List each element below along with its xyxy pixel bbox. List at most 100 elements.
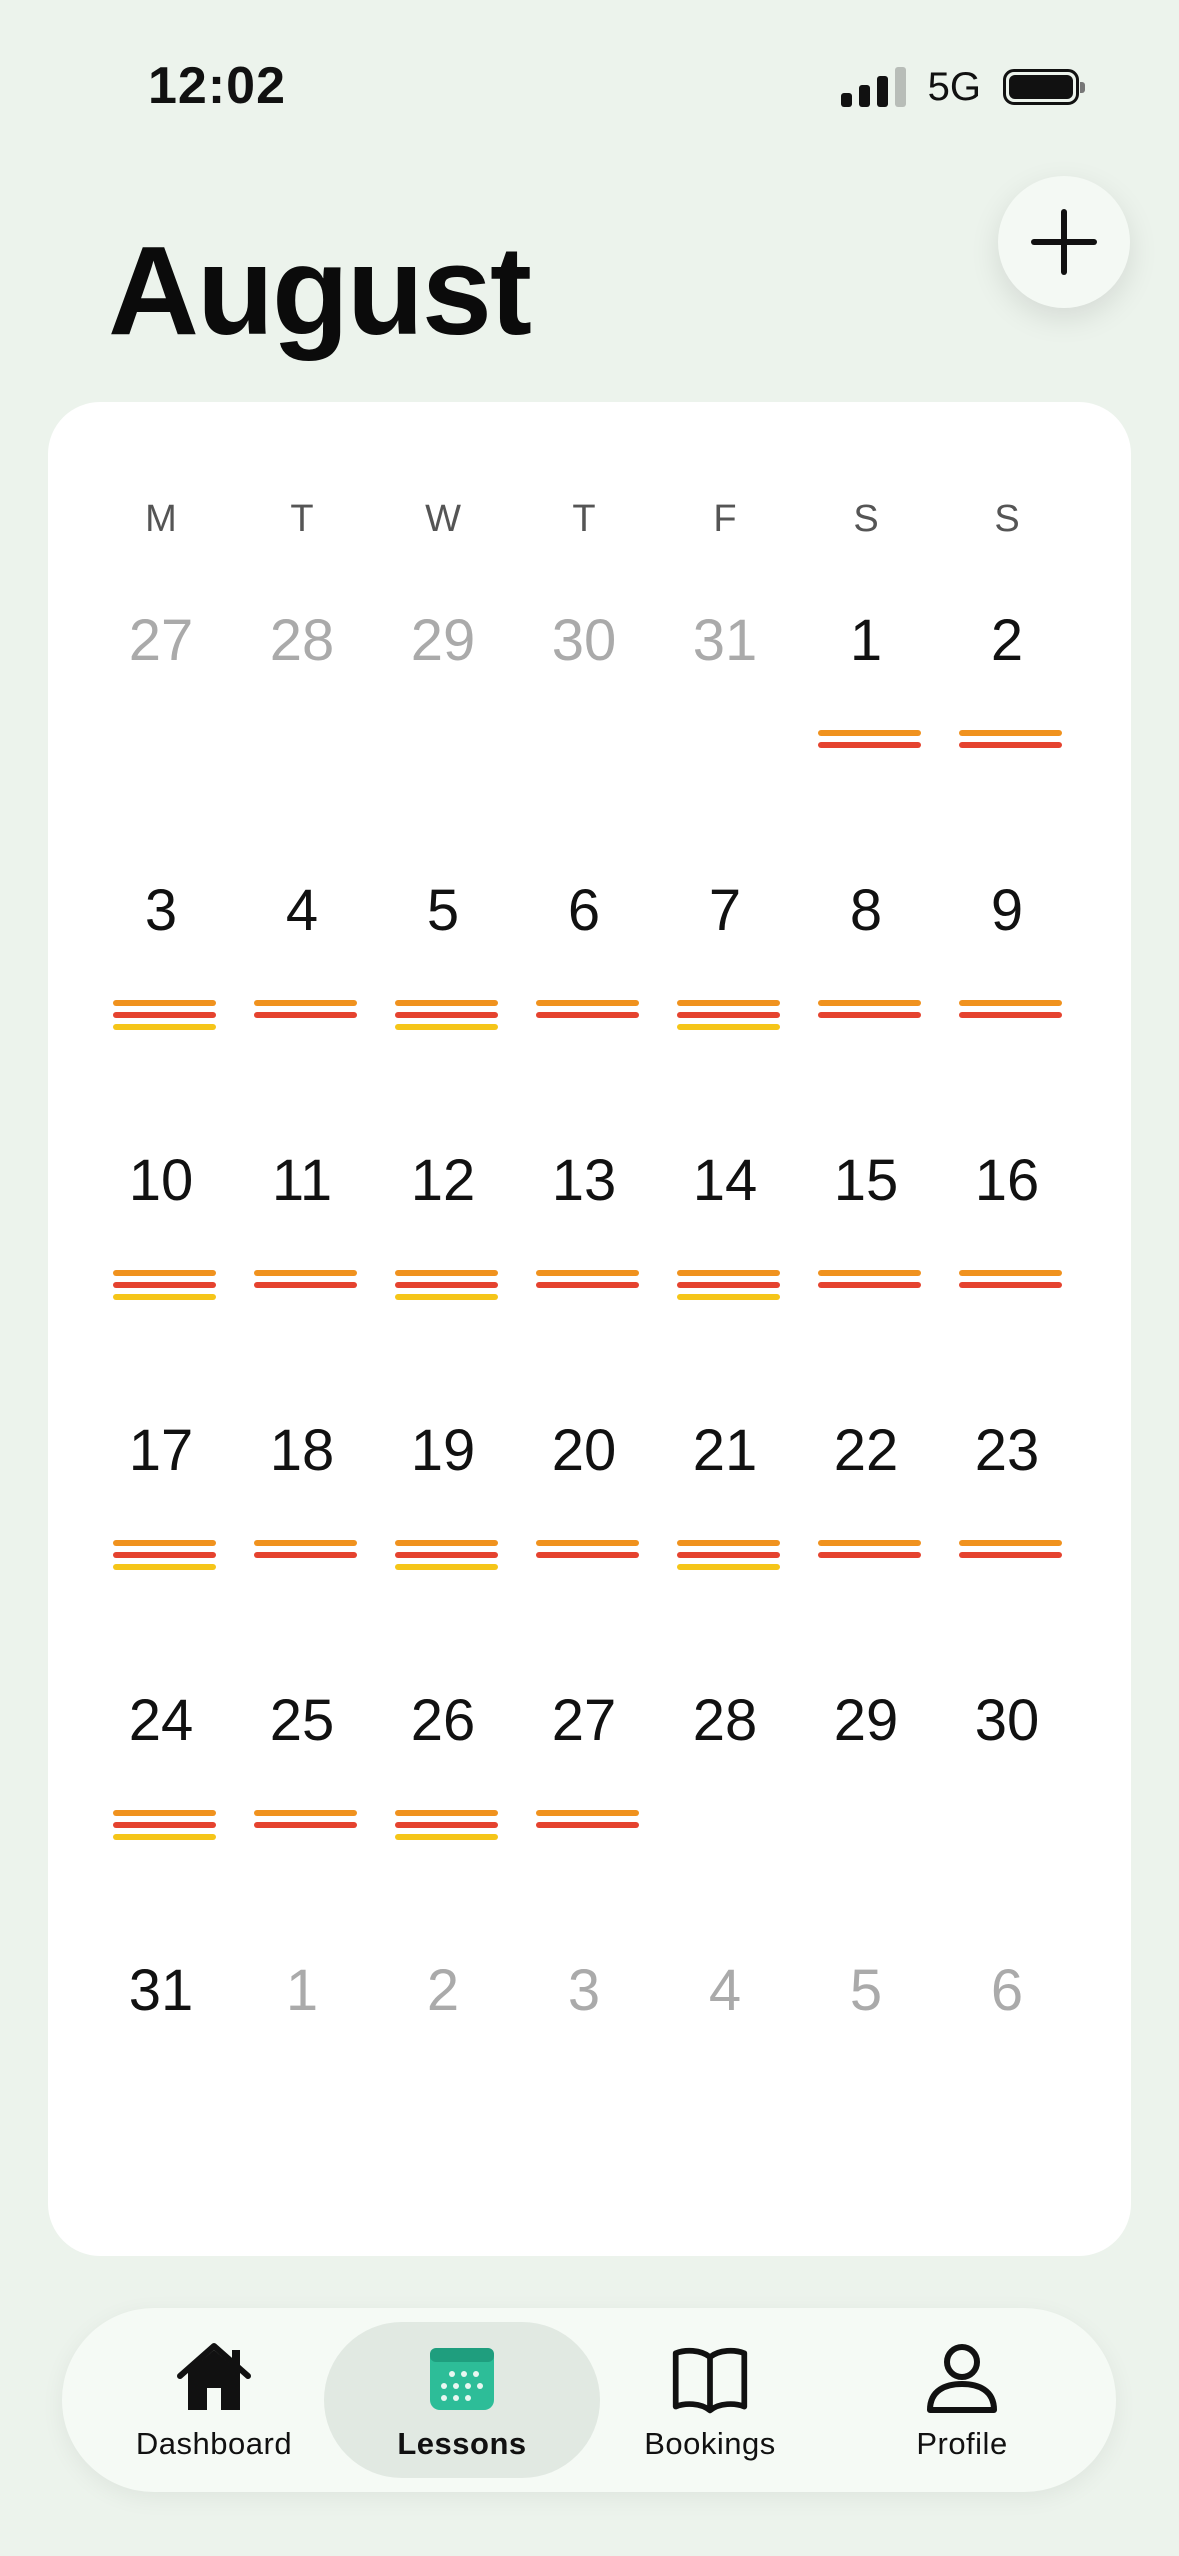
lesson-indicators [818, 730, 921, 754]
lesson-indicators [113, 1540, 216, 1576]
day-cell[interactable]: 29 [378, 606, 508, 756]
day-number: 27 [128, 608, 194, 673]
day-cell[interactable]: 3 [519, 1956, 649, 2106]
lesson-bar-red [254, 1552, 357, 1558]
day-cell[interactable]: 16 [942, 1146, 1072, 1296]
lesson-bar-red [254, 1822, 357, 1828]
weekday-label: T [572, 498, 596, 540]
person-icon [922, 2338, 1002, 2418]
day-cell[interactable]: 2 [942, 606, 1072, 756]
day-number: 21 [692, 1418, 758, 1483]
lesson-indicators [395, 1000, 498, 1036]
day-number: 23 [974, 1418, 1040, 1483]
lesson-bar-red [959, 1012, 1062, 1018]
day-cell[interactable]: 1 [801, 606, 931, 756]
lesson-bar-red [818, 1552, 921, 1558]
day-cell[interactable]: 27 [519, 1686, 649, 1836]
lesson-indicators [959, 1540, 1062, 1564]
lesson-bar-yellow [395, 1294, 498, 1300]
lesson-indicators [254, 1000, 357, 1024]
lesson-bar-yellow [395, 1564, 498, 1570]
day-cell[interactable]: 27 [96, 606, 226, 756]
day-cell[interactable]: 15 [801, 1146, 931, 1296]
day-cell[interactable]: 24 [96, 1686, 226, 1840]
lesson-indicators [113, 1000, 216, 1036]
day-cell[interactable]: 25 [237, 1686, 367, 1836]
day-cell[interactable]: 10 [96, 1146, 226, 1300]
day-cell[interactable]: 7 [660, 876, 790, 1030]
day-cell[interactable]: 18 [237, 1416, 367, 1566]
day-cell[interactable]: 5 [801, 1956, 931, 2106]
day-number: 30 [974, 1688, 1040, 1753]
status-time: 12:02 [148, 57, 286, 115]
day-number: 15 [833, 1148, 899, 1213]
lesson-indicators [677, 1540, 780, 1576]
plus-icon [1031, 209, 1097, 275]
lesson-bar-red [395, 1012, 498, 1018]
lesson-indicators [959, 1000, 1062, 1024]
tab-lessons[interactable]: Lessons [324, 2322, 600, 2478]
day-cell[interactable]: 5 [378, 876, 508, 1030]
day-cell[interactable]: 19 [378, 1416, 508, 1570]
lesson-indicators [818, 1270, 921, 1294]
day-number: 1 [849, 608, 883, 673]
day-number: 6 [990, 1958, 1024, 2023]
day-cell[interactable]: 31 [660, 606, 790, 756]
day-number: 10 [128, 1148, 194, 1213]
day-number: 4 [285, 878, 319, 943]
day-number: 9 [990, 878, 1024, 943]
battery-icon [1003, 69, 1085, 105]
day-cell[interactable]: 6 [519, 876, 649, 1026]
day-number: 22 [833, 1418, 899, 1483]
tab-bookings[interactable]: Bookings [572, 2322, 848, 2478]
day-cell[interactable]: 4 [660, 1956, 790, 2106]
add-button[interactable] [998, 176, 1130, 308]
day-cell[interactable]: 23 [942, 1416, 1072, 1566]
day-cell[interactable]: 1 [237, 1956, 367, 2106]
day-number: 29 [410, 608, 476, 673]
day-cell[interactable]: 2 [378, 1956, 508, 2106]
day-cell[interactable]: 17 [96, 1416, 226, 1570]
lesson-bar-red [959, 1282, 1062, 1288]
weekday-label: W [425, 498, 461, 540]
day-number: 31 [692, 608, 758, 673]
lesson-bar-red [254, 1282, 357, 1288]
day-cell[interactable]: 11 [237, 1146, 367, 1296]
day-cell[interactable]: 31 [96, 1956, 226, 2106]
day-cell[interactable]: 26 [378, 1686, 508, 1840]
day-cell[interactable]: 14 [660, 1146, 790, 1300]
lesson-bar-yellow [113, 1564, 216, 1570]
day-cell[interactable]: 9 [942, 876, 1072, 1026]
tab-dashboard[interactable]: Dashboard [76, 2322, 352, 2478]
day-cell[interactable]: 8 [801, 876, 931, 1026]
lesson-indicators [395, 1540, 498, 1576]
lesson-bar-orange [677, 1000, 780, 1006]
lesson-bar-orange [818, 1540, 921, 1546]
book-icon [670, 2338, 750, 2418]
day-cell[interactable]: 28 [660, 1686, 790, 1836]
lesson-bar-orange [536, 1540, 639, 1546]
lesson-bar-yellow [395, 1024, 498, 1030]
day-cell[interactable]: 20 [519, 1416, 649, 1566]
day-cell[interactable]: 22 [801, 1416, 931, 1566]
lesson-bar-orange [677, 1270, 780, 1276]
day-cell[interactable]: 12 [378, 1146, 508, 1300]
day-number: 5 [426, 878, 460, 943]
lesson-bar-red [395, 1822, 498, 1828]
tab-profile[interactable]: Profile [824, 2322, 1100, 2478]
tab-label: Profile [916, 2426, 1008, 2461]
lesson-bar-orange [818, 1270, 921, 1276]
day-number: 2 [990, 608, 1024, 673]
day-cell[interactable]: 3 [96, 876, 226, 1030]
day-cell[interactable]: 4 [237, 876, 367, 1026]
day-cell[interactable]: 28 [237, 606, 367, 756]
day-number: 13 [551, 1148, 617, 1213]
day-cell[interactable]: 30 [942, 1686, 1072, 1836]
day-cell[interactable]: 30 [519, 606, 649, 756]
day-cell[interactable]: 21 [660, 1416, 790, 1570]
lesson-bar-yellow [113, 1024, 216, 1030]
day-cell[interactable]: 13 [519, 1146, 649, 1296]
day-cell[interactable]: 29 [801, 1686, 931, 1836]
lesson-indicators [959, 1270, 1062, 1294]
day-cell[interactable]: 6 [942, 1956, 1072, 2106]
